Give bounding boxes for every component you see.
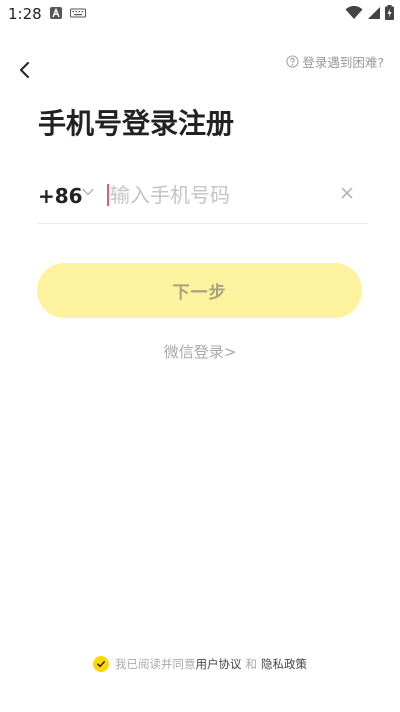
status-time: 1:28 (8, 5, 42, 23)
status-left-icons (50, 7, 86, 19)
agreement-checkbox[interactable] (93, 656, 109, 672)
agreement-prefix: 我已阅读并同意 (115, 657, 196, 671)
agreement-conjunction: 和 (245, 657, 258, 671)
phone-input-row: +86 (38, 174, 368, 224)
country-code-selector[interactable]: +86 (38, 184, 83, 208)
app-notification-icon (50, 7, 62, 19)
phone-number-input[interactable] (110, 178, 330, 212)
keyboard-icon (70, 8, 86, 18)
text-cursor (107, 184, 109, 206)
question-circle-icon (286, 55, 299, 68)
back-button[interactable] (12, 56, 40, 84)
wifi-icon (345, 5, 363, 19)
page-title: 手机号登录注册 (38, 107, 235, 140)
privacy-policy-link[interactable]: 隐私政策 (261, 656, 307, 672)
battery-icon (385, 5, 394, 20)
check-icon (97, 661, 106, 668)
status-right-icons (345, 5, 394, 20)
agreement-row: 我已阅读并同意 用户协议 和 隐私政策 (0, 656, 400, 672)
status-bar: 1:28 (0, 0, 400, 28)
user-agreement-link[interactable]: 用户协议 (196, 656, 242, 672)
chevron-down-icon[interactable] (80, 186, 96, 198)
wechat-login-link[interactable]: 微信登录> (0, 341, 400, 362)
next-step-button[interactable]: 下一步 (37, 263, 362, 318)
signal-icon (368, 6, 380, 19)
clear-input-icon[interactable] (340, 186, 354, 200)
chevron-left-icon (20, 62, 29, 78)
login-help-link[interactable]: 登录遇到困难? (286, 52, 384, 71)
login-help-label: 登录遇到困难? (302, 55, 384, 70)
